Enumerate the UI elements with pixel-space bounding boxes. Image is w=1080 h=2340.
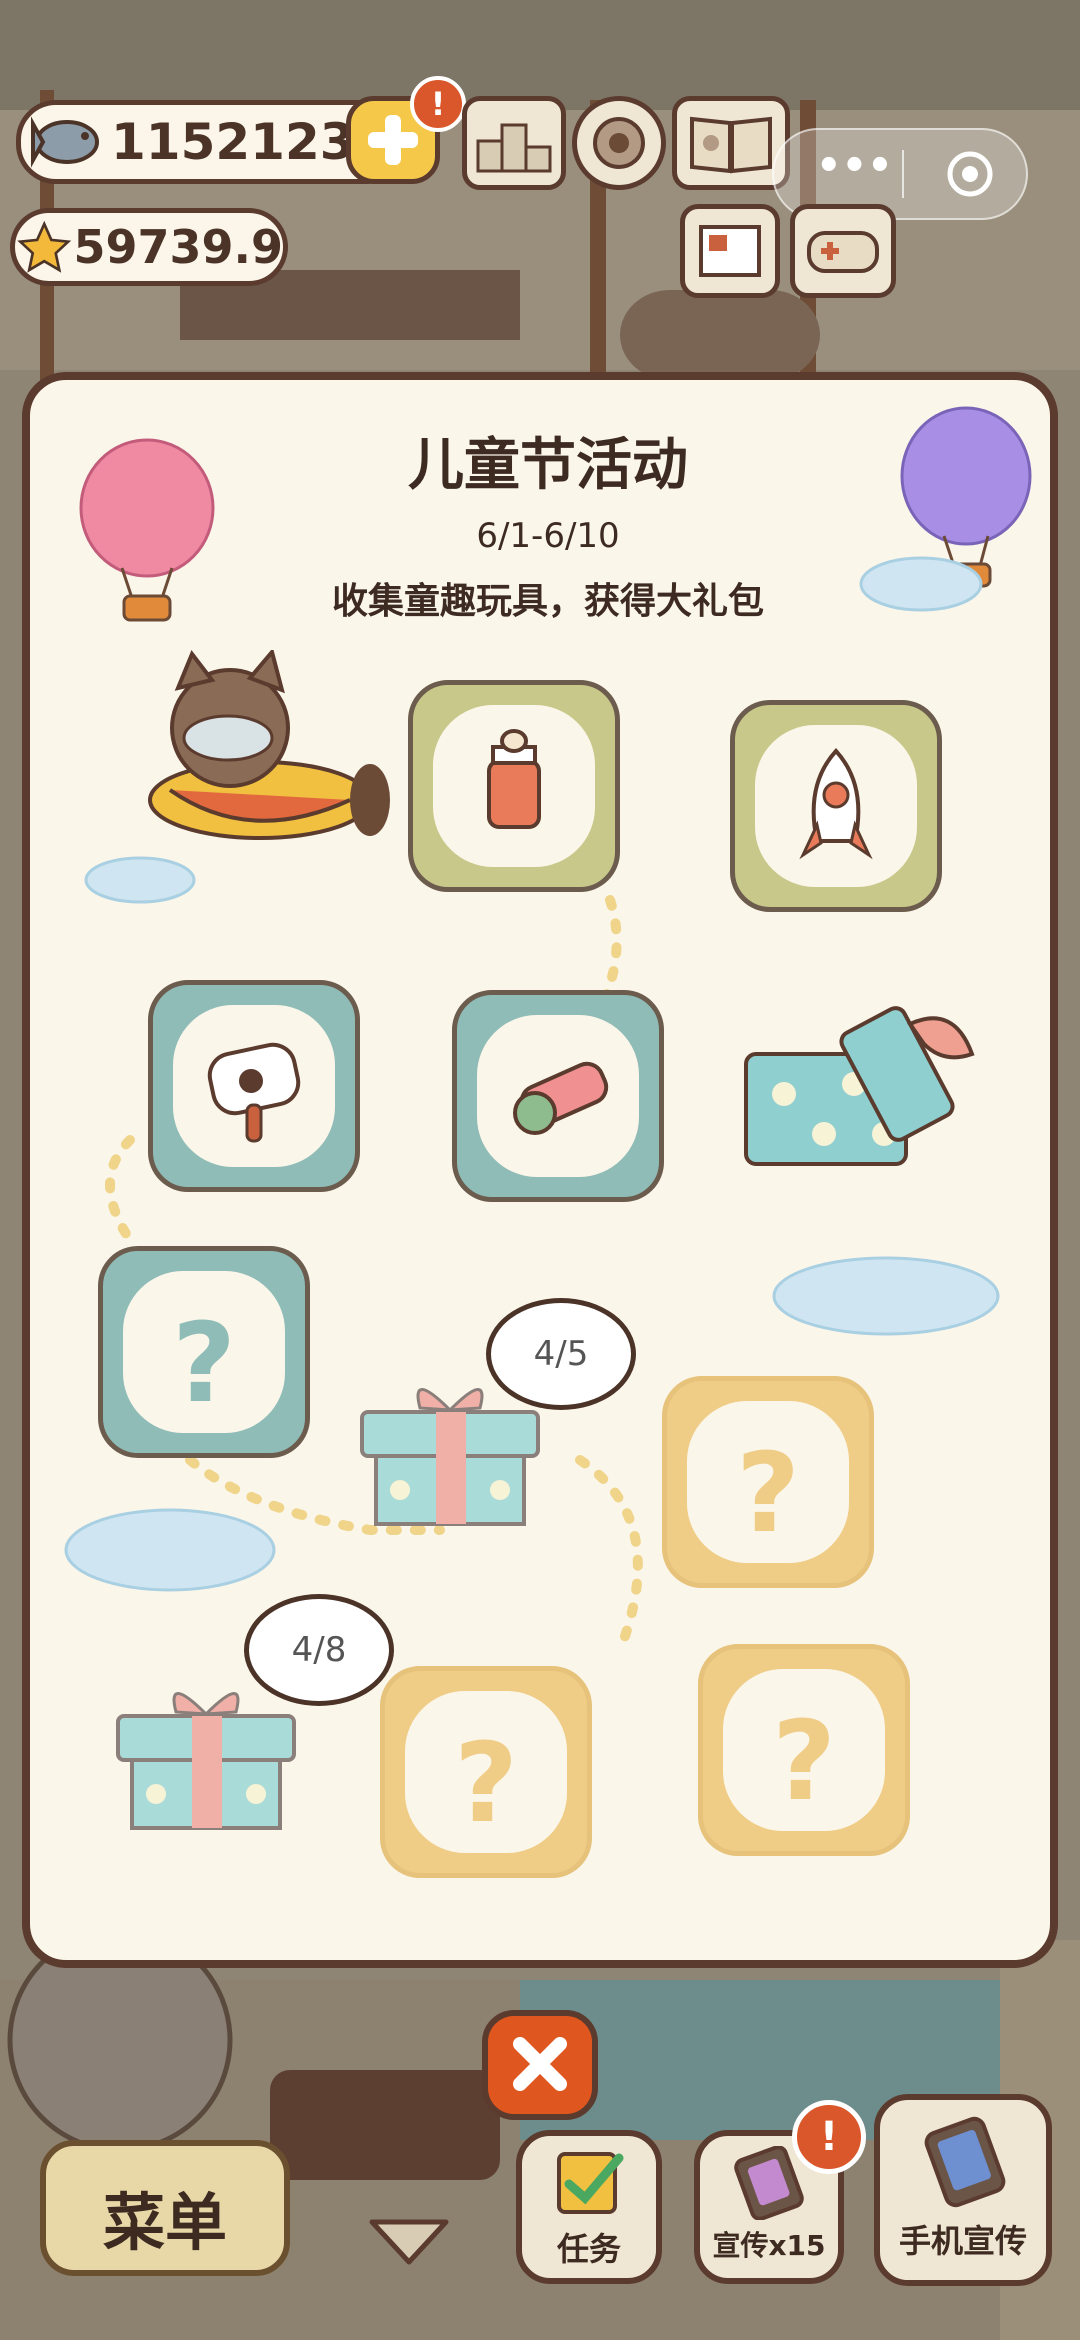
chevron-down-icon[interactable] — [364, 2212, 454, 2272]
promote-label: 宣传x15 — [712, 2229, 826, 2262]
gift-progress-bubble-1: 4/5 — [486, 1298, 636, 1410]
gear-icon — [593, 117, 645, 169]
book-icon — [690, 116, 772, 174]
rocket-icon — [799, 748, 873, 860]
event-modal: 儿童节活动 6/1-6/10 收集童趣玩具，获得大礼包 ? 4/5 ? 4/8 … — [22, 372, 1058, 1968]
cat-pilot-icon — [148, 650, 390, 840]
checklist-icon — [557, 2152, 624, 2214]
question-mark: ? — [172, 1299, 236, 1427]
tasks-label: 任务 — [556, 2230, 621, 2268]
news-button[interactable] — [680, 204, 780, 298]
alert-badge-icon: ! — [410, 76, 466, 132]
menu-label: 菜单 — [102, 2186, 227, 2259]
phone-promote-button[interactable]: 手机宣传 — [874, 2094, 1052, 2286]
star-currency-counter: 59739.9 — [10, 208, 288, 286]
phone-promote-label: 手机宣传 — [898, 2222, 1027, 2260]
toy-tile-baby-bottle[interactable] — [408, 680, 620, 892]
menu-button[interactable]: 菜单 — [40, 2140, 290, 2276]
mystery-tile-3[interactable]: ? — [380, 1666, 592, 1878]
alert-badge-icon: ! — [792, 2100, 866, 2174]
cloud-icon — [772, 1256, 1000, 1336]
cloud-icon — [84, 856, 196, 904]
close-modal-button[interactable] — [482, 2010, 598, 2120]
tasks-button[interactable]: 任务 — [516, 2130, 662, 2284]
more-options-icon[interactable]: ••• — [816, 146, 893, 192]
newspaper-icon — [699, 225, 761, 277]
fish-icon — [31, 116, 99, 168]
star-icon — [17, 220, 72, 273]
podium-icon — [476, 123, 552, 173]
settings-button[interactable] — [572, 96, 666, 190]
mystery-tile-4[interactable]: ? — [698, 1644, 910, 1856]
baby-bottle-icon — [487, 729, 541, 829]
gift-progress-bubble-2: 4/8 — [244, 1594, 394, 1706]
leaderboard-button[interactable] — [462, 96, 566, 190]
open-gift-box-icon — [744, 1006, 975, 1166]
close-icon — [513, 2037, 567, 2091]
gift-progress-text: 4/5 — [533, 1334, 589, 1374]
question-mark: ? — [736, 1429, 800, 1557]
close-miniprogram-icon[interactable] — [944, 148, 996, 200]
gift-progress-text: 4/8 — [291, 1630, 347, 1670]
cloud-icon — [64, 1508, 276, 1592]
gamepad-icon — [807, 231, 879, 273]
toy-tile-paw-toy[interactable] — [148, 980, 360, 1192]
mystery-tile-2[interactable]: ? — [662, 1376, 874, 1588]
question-mark: ? — [772, 1697, 836, 1825]
question-mark: ? — [454, 1719, 518, 1847]
paw-toy-icon — [207, 1042, 301, 1143]
toy-tile-rocket[interactable] — [730, 700, 942, 912]
toy-tile-kaleidoscope[interactable] — [452, 990, 664, 1202]
mystery-tile-1[interactable]: ? — [98, 1246, 310, 1458]
kaleidoscope-icon — [513, 1061, 609, 1135]
phone-icon — [924, 2116, 1006, 2208]
gamepad-button[interactable] — [790, 204, 896, 298]
star-count: 59739.9 — [73, 220, 283, 274]
